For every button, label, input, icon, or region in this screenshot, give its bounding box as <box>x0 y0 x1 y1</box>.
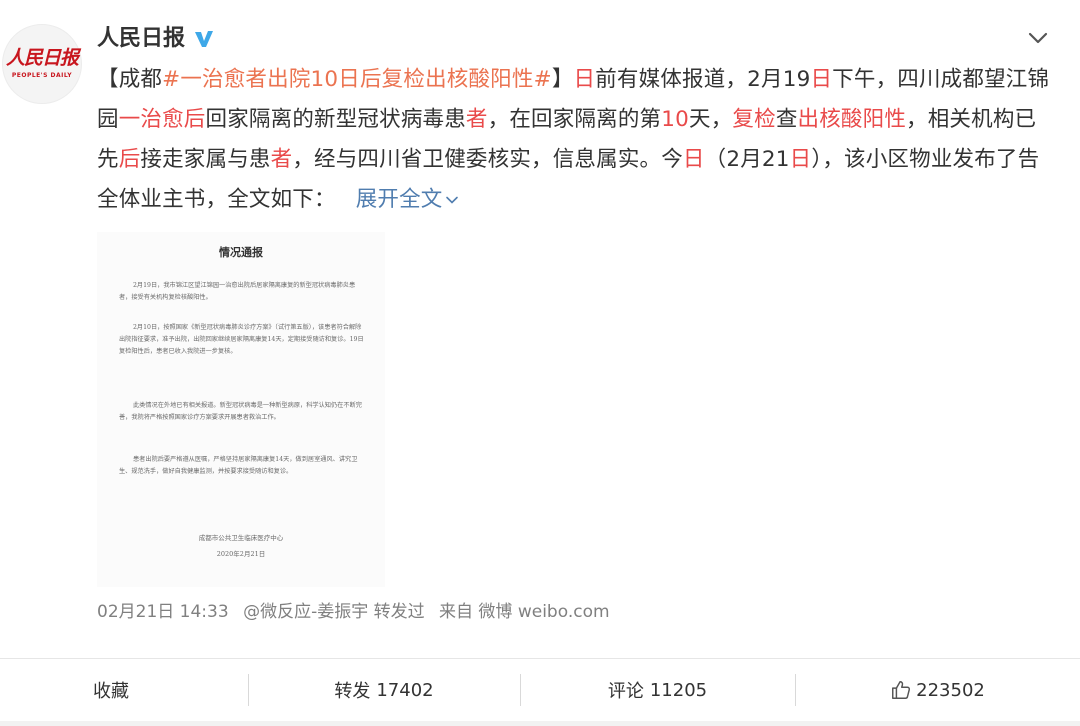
avatar-logo-en: PEOPLE'S DAILY <box>11 72 73 79</box>
post-text-segment: 回家隔离的新型冠状病毒患 <box>205 107 466 132</box>
like-count: 223502 <box>916 679 985 701</box>
post-text: 【成都#一治愈者出院10日后复检出核酸阳性#】日前有媒体报道，2月19日下午，四… <box>97 60 1057 220</box>
reposted-by[interactable]: @微反应-姜振宇 转发过 <box>243 602 425 622</box>
avatar-logo-text: 人民日报 <box>5 47 79 69</box>
comment-label: 评论 <box>607 681 644 702</box>
notice-image[interactable]: 情况通报 2月19日，我市锦江区望江锦园一治愈出院后居家隔离康复的新型冠状病毒肺… <box>97 232 385 587</box>
author-name[interactable]: 人民日报 <box>97 24 185 54</box>
post-body: 【成都#一治愈者出院10日后复检出核酸阳性#】日前有媒体报道，2月19日下午，四… <box>97 67 1049 212</box>
notice-paragraph: 此类情况在外地已有相关报道。新型冠状病毒是一种新型病原，科学认知仍在不断完善，我… <box>119 402 362 421</box>
notice-date: 2020年2月21日 <box>216 550 266 558</box>
highlighted-text: 日 <box>810 67 833 92</box>
topic-hashtag-link[interactable]: #一治愈者出院10日后复检出核酸阳性# <box>162 67 552 92</box>
highlighted-text: 者 <box>270 147 293 172</box>
highlighted-text: 者 <box>465 107 488 132</box>
comment-count: 11205 <box>649 679 708 701</box>
post-text-segment: 【成都 <box>97 67 163 92</box>
repost-label: 转发 <box>334 681 371 702</box>
post-timestamp[interactable]: 02月21日 14:33 <box>97 602 229 622</box>
notice-title: 情况通报 <box>219 246 263 259</box>
highlighted-text: 日 <box>789 147 812 172</box>
action-bar: 收藏 转发 17402 评论 11205 223502 <box>0 658 1080 722</box>
highlighted-text: 10 <box>661 107 689 132</box>
post-meta: 02月21日 14:33 @微反应-姜振宇 转发过 来自 微博 weibo.co… <box>97 600 619 624</box>
highlighted-text: 后 <box>118 147 141 172</box>
post-text-segment: 前有媒体报道，2月19 <box>595 67 811 92</box>
post-text-segment: ，经与四川省卫健委核实，信息属实。今 <box>292 147 683 172</box>
expand-full-text-link[interactable]: 展开全文 <box>356 187 459 212</box>
verified-v-icon <box>195 31 214 47</box>
repost-count: 17402 <box>376 679 434 701</box>
post-text-segment: 接走家属与患 <box>140 147 271 172</box>
expand-label: 展开全文 <box>355 187 443 212</box>
repost-button[interactable]: 转发 17402 <box>248 659 520 721</box>
divider <box>0 721 1080 726</box>
post-text-segment: 】 <box>551 67 574 92</box>
chevron-down-icon[interactable] <box>1026 26 1050 50</box>
post-text-segment: ，在回家隔离的第 <box>487 107 662 132</box>
highlighted-text: 日 <box>573 67 596 92</box>
notice-paragraph: 2月19日，我市锦江区望江锦园一治愈出院后居家隔离康复的新型冠状病毒肺炎患者，接… <box>119 282 356 301</box>
notice-paragraph: 患者出院后要严格遵从医嘱，严格坚持居家隔离康复14天，做到居室通风、讲究卫生、规… <box>119 456 358 475</box>
favorite-button[interactable]: 收藏 <box>0 659 248 721</box>
favorite-label: 收藏 <box>93 681 129 702</box>
comment-button[interactable]: 评论 11205 <box>520 659 795 721</box>
highlighted-text: 日 <box>682 147 705 172</box>
post-text-segment: （2月21 <box>704 147 790 172</box>
highlighted-text: 出核酸阳性 <box>797 107 907 132</box>
highlighted-text: 一治愈后 <box>118 107 206 132</box>
post-source: 来自 微博 weibo.com <box>439 602 610 622</box>
avatar[interactable]: 人民日报 PEOPLE'S DAILY <box>2 24 82 104</box>
notice-paragraph: 2月10日，按照国家《新型冠状病毒肺炎诊疗方案》（试行第五版），该患者符合解除出… <box>119 324 364 355</box>
author-name-row: 人民日报 <box>97 24 215 54</box>
thumbs-up-icon <box>892 681 911 699</box>
notice-signature: 成都市公共卫生临床医疗中心 <box>198 534 284 542</box>
post-text-segment: 天， <box>689 107 733 132</box>
chevron-down-icon <box>445 196 458 204</box>
post-text-segment: 查 <box>775 107 798 132</box>
like-button[interactable]: 223502 <box>795 659 1080 721</box>
highlighted-text: 复检 <box>732 107 776 132</box>
